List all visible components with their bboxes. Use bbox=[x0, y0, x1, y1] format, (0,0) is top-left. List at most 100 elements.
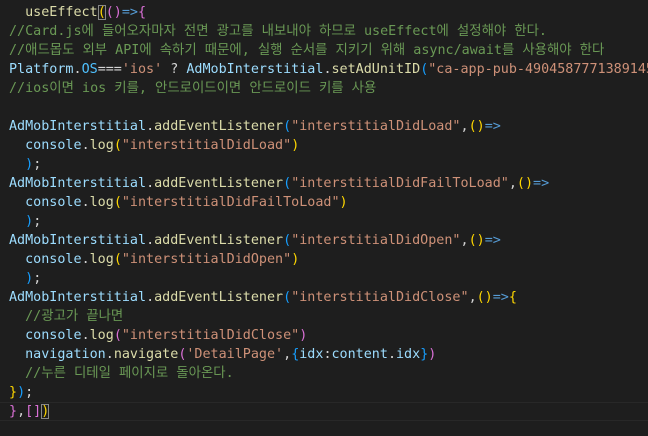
code-token: . bbox=[81, 328, 90, 343]
code-token: ; bbox=[33, 157, 42, 172]
code-line[interactable]: navigation.navigate('DetailPage',{idx:co… bbox=[9, 345, 648, 364]
code-token: ) bbox=[17, 385, 26, 400]
code-token: . bbox=[146, 233, 155, 248]
code-token: , bbox=[460, 233, 469, 248]
code-line[interactable]: ); bbox=[9, 269, 648, 288]
code-token: => bbox=[484, 119, 501, 134]
code-token: //누른 디테일 페이지로 돌아온다. bbox=[25, 366, 234, 381]
code-token: AdMobInterstitial bbox=[9, 290, 147, 305]
code-token: "interstitialDidFailToLoad" bbox=[291, 176, 509, 191]
code-editor[interactable]: useEffect(()=>{//Card.js에 들어오자마자 전면 광고를 … bbox=[0, 0, 648, 436]
code-token: AdMobInterstitial bbox=[9, 176, 147, 191]
code-token: ; bbox=[25, 385, 34, 400]
code-line[interactable]: console.log("interstitialDidFailToLoad") bbox=[9, 193, 648, 212]
code-token: //ios이면 ios 키를, 안드로이드이면 안드로이드 키를 사용 bbox=[9, 81, 377, 96]
code-line[interactable]: AdMobInterstitial.addEventListener("inte… bbox=[9, 288, 648, 307]
code-token: () bbox=[105, 5, 122, 20]
code-token: "interstitialDidClose" bbox=[291, 290, 469, 305]
code-token: "ca-app-pub-4904587771389145/48 bbox=[428, 62, 648, 77]
code-token: , bbox=[17, 404, 26, 419]
code-token: ( bbox=[113, 195, 122, 210]
code-line[interactable]: //누른 디테일 페이지로 돌아온다. bbox=[9, 364, 648, 383]
code-token: console bbox=[25, 195, 82, 210]
code-line[interactable]: //Card.js에 들어오자마자 전면 광고를 내보내야 하므로 useEff… bbox=[9, 22, 648, 41]
code-line[interactable]: console.log("interstitialDidOpen") bbox=[9, 250, 648, 269]
code-token: useEffect bbox=[25, 5, 98, 20]
code-token: . bbox=[146, 176, 155, 191]
code-token: . bbox=[387, 347, 396, 362]
code-token: ) bbox=[299, 328, 308, 343]
code-token: "interstitialDidLoad" bbox=[291, 119, 461, 134]
code-token: , bbox=[283, 347, 292, 362]
code-token: . bbox=[146, 119, 155, 134]
code-line[interactable]: ); bbox=[9, 212, 648, 231]
code-token: "interstitialDidOpen" bbox=[291, 233, 461, 248]
code-token: () bbox=[516, 176, 534, 191]
code-line[interactable]: console.log("interstitialDidClose") bbox=[9, 326, 648, 345]
code-line[interactable]: //애드몹도 외부 API에 속하기 때문에, 실행 순서를 지키기 위해 as… bbox=[9, 41, 648, 60]
code-token: addEventListener bbox=[154, 176, 284, 191]
code-token: ( bbox=[113, 328, 122, 343]
code-token: { bbox=[508, 290, 517, 305]
code-token: } bbox=[9, 385, 18, 400]
code-line[interactable]: //광고가 끝나면 bbox=[9, 307, 648, 326]
code-token: AdMobInterstitial bbox=[186, 62, 324, 77]
code-token: [] bbox=[25, 404, 42, 419]
code-token: addEventListener bbox=[154, 290, 284, 305]
code-line[interactable]: AdMobInterstitial.addEventListener("inte… bbox=[9, 231, 648, 250]
code-token: ( bbox=[283, 290, 292, 305]
code-token: => bbox=[121, 5, 138, 20]
code-token: //Card.js에 들어오자마자 전면 광고를 내보내야 하므로 useEff… bbox=[9, 24, 547, 39]
code-token: ) bbox=[25, 214, 34, 229]
code-token: ) bbox=[25, 157, 34, 172]
code-token: AdMobInterstitial bbox=[9, 233, 147, 248]
code-token: ( bbox=[283, 176, 292, 191]
code-token: navigate bbox=[113, 347, 179, 362]
code-line[interactable]: AdMobInterstitial.addEventListener("inte… bbox=[9, 174, 648, 193]
code-line[interactable]: },[]) bbox=[9, 402, 648, 421]
code-token: addEventListener bbox=[154, 119, 284, 134]
code-token: ( bbox=[283, 233, 292, 248]
code-token: log bbox=[89, 138, 114, 153]
code-token: === bbox=[97, 62, 122, 77]
code-line[interactable]: useEffect(()=>{ bbox=[9, 3, 648, 22]
code-line[interactable]: console.log("interstitialDidLoad") bbox=[9, 136, 648, 155]
code-line[interactable]: AdMobInterstitial.addEventListener("inte… bbox=[9, 117, 648, 136]
code-line[interactable] bbox=[9, 98, 648, 117]
code-token: ( bbox=[113, 138, 122, 153]
code-token: content bbox=[331, 347, 388, 362]
code-line[interactable]: //ios이면 ios 키를, 안드로이드이면 안드로이드 키를 사용 bbox=[9, 79, 648, 98]
code-token: OS bbox=[81, 62, 98, 77]
code-token: . bbox=[81, 138, 90, 153]
code-token: ) bbox=[25, 271, 34, 286]
code-token: . bbox=[323, 62, 332, 77]
code-token: () bbox=[476, 290, 493, 305]
code-token: . bbox=[81, 195, 90, 210]
code-token: , bbox=[468, 290, 477, 305]
code-token: console bbox=[25, 328, 82, 343]
code-token: AdMobInterstitial bbox=[9, 119, 147, 134]
code-line[interactable]: Platform.OS==='ios' ? AdMobInterstitial.… bbox=[9, 60, 648, 79]
code-token: navigation bbox=[25, 347, 106, 362]
code-line[interactable]: ); bbox=[9, 155, 648, 174]
code-token: "interstitialDidLoad" bbox=[121, 138, 292, 153]
code-lines: useEffect(()=>{//Card.js에 들어오자마자 전면 광고를 … bbox=[9, 3, 648, 421]
code-token: log bbox=[89, 328, 114, 343]
code-token: ) bbox=[291, 252, 300, 267]
code-token: , bbox=[508, 176, 517, 191]
code-token: log bbox=[89, 195, 114, 210]
code-token: . bbox=[73, 62, 82, 77]
code-token: idx bbox=[396, 347, 421, 362]
code-line[interactable]: }); bbox=[9, 383, 648, 402]
code-token: . bbox=[105, 347, 114, 362]
code-token: ( bbox=[97, 5, 106, 20]
code-token: addEventListener bbox=[154, 233, 284, 248]
code-token: ; bbox=[33, 214, 42, 229]
